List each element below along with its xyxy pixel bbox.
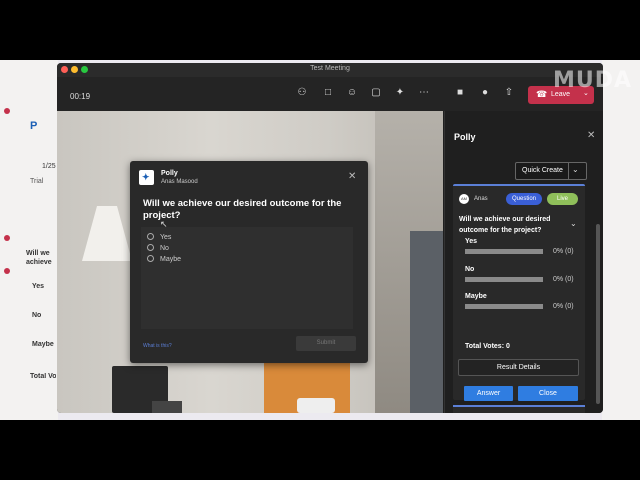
- mic-icon[interactable]: ●: [478, 87, 492, 98]
- panel-scrollbar[interactable]: [596, 224, 600, 404]
- bg-poll-question: Will we achieve our desired outcome for …: [26, 250, 52, 266]
- option-maybe[interactable]: Maybe: [147, 255, 181, 263]
- result-bar-yes: [465, 249, 543, 254]
- close-button[interactable]: Close: [518, 386, 578, 401]
- polly-logo-icon: P: [30, 120, 38, 132]
- answer-button[interactable]: Answer: [464, 386, 513, 401]
- result-bar-no: [465, 277, 543, 282]
- notification-dot: [4, 235, 10, 241]
- poll-dialog: ✦ Polly Anas Masood ✕ Will we achieve ou…: [130, 161, 368, 363]
- chevron-down-icon[interactable]: ⌄: [572, 165, 579, 174]
- total-votes: Total Votes: 0: [465, 343, 510, 350]
- result-bar-maybe: [465, 304, 543, 309]
- video-stand: [152, 401, 182, 413]
- meeting-timer: 00:19: [70, 92, 91, 101]
- radio-icon[interactable]: [147, 233, 154, 240]
- notification-dot: [4, 108, 10, 114]
- polly-logo-icon: ✦: [139, 170, 154, 185]
- option-label: Maybe: [160, 256, 182, 263]
- video-window: [410, 231, 443, 413]
- bg-status-text: 1/25: [42, 163, 56, 170]
- close-icon[interactable]: ✕: [348, 171, 356, 182]
- next-poll-card: [453, 405, 585, 413]
- result-label-maybe: Maybe: [465, 293, 487, 300]
- result-label-yes: Yes: [465, 238, 478, 245]
- bg-option-maybe: Maybe: [32, 341, 54, 348]
- options-area: [141, 227, 353, 329]
- option-label: Yes: [160, 234, 172, 241]
- poll-card: AM Anas Question Live Will we achieve ou…: [453, 184, 585, 401]
- chat-icon[interactable]: □: [321, 87, 335, 98]
- panel-title: Polly: [454, 132, 476, 142]
- quick-create-button[interactable]: Quick Create ⌄: [515, 162, 587, 180]
- question-badge: Question: [506, 193, 542, 205]
- avatar: AM: [459, 194, 469, 204]
- option-label: No: [160, 245, 169, 252]
- divider: [568, 163, 569, 179]
- result-details-button[interactable]: Result Details: [458, 359, 579, 376]
- avatar-initials: AM: [461, 196, 467, 201]
- card-question: Will we achieve our desired outcome for …: [459, 216, 551, 234]
- bg-total-votes: Total Votes: 0: [30, 373, 56, 380]
- radio-icon[interactable]: [147, 255, 154, 262]
- option-yes[interactable]: Yes: [147, 233, 171, 241]
- submit-button[interactable]: Submit: [296, 336, 356, 351]
- polly-side-panel: Polly ✕ Quick Create ⌄ AM Anas Question …: [444, 111, 603, 413]
- chevron-down-icon[interactable]: ⌄: [570, 219, 577, 228]
- result-label-no: No: [465, 266, 475, 273]
- dialog-question: Will we achieve our desired outcome for …: [143, 198, 342, 221]
- radio-icon[interactable]: [147, 244, 154, 251]
- mouse-cursor-icon: ↖: [160, 219, 168, 229]
- bg-option-no: No: [32, 312, 42, 319]
- watermark: MUDA: [553, 68, 633, 93]
- result-pct-maybe: 0% (0): [553, 303, 574, 310]
- polly-app-icon[interactable]: ✦: [393, 87, 407, 98]
- notification-dot: [4, 268, 10, 274]
- result-pct-yes: 0% (0): [553, 248, 574, 255]
- dialog-app-name: Polly: [161, 170, 178, 177]
- video-mug: [297, 398, 335, 413]
- more-options-icon[interactable]: ⋯: [417, 87, 431, 98]
- phone-icon: ☎: [536, 89, 548, 99]
- bg-option-yes: Yes: [32, 283, 45, 290]
- video-lamp: [82, 206, 132, 261]
- card-user: Anas: [474, 196, 488, 202]
- result-pct-no: 0% (0): [553, 276, 574, 283]
- background-right-pane: [602, 60, 640, 420]
- whats-this-link[interactable]: What is this?: [143, 343, 172, 349]
- title-bar: Test Meeting: [57, 63, 603, 77]
- rooms-icon[interactable]: ▢: [369, 87, 383, 98]
- share-screen-icon[interactable]: ⇧: [502, 87, 516, 98]
- bg-trial-label: Trial: [30, 178, 44, 185]
- window-title: Test Meeting: [310, 65, 350, 72]
- live-badge: Live: [547, 193, 578, 205]
- option-no[interactable]: No: [147, 244, 169, 252]
- close-icon[interactable]: ✕: [587, 130, 595, 141]
- reactions-icon[interactable]: ☺: [345, 87, 359, 98]
- dialog-user: Anas Masood: [161, 179, 198, 185]
- participants-icon[interactable]: ⚇: [295, 87, 309, 98]
- camera-icon[interactable]: ■: [453, 87, 467, 98]
- quick-create-label: Quick Create: [522, 167, 563, 174]
